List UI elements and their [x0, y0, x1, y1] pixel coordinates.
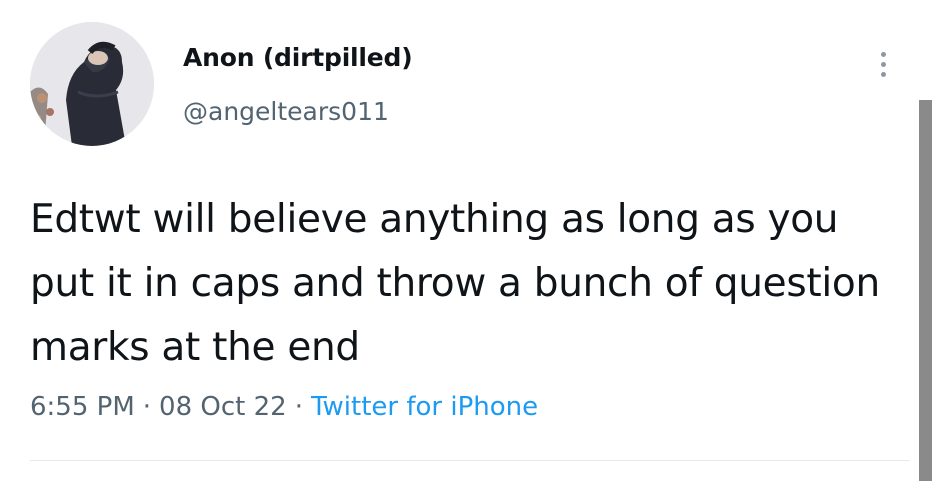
tweet-date[interactable]: 08 Oct 22: [159, 392, 287, 422]
meta-separator: ·: [142, 392, 152, 422]
more-dots-vertical-icon: [880, 61, 886, 67]
more-dots-vertical-icon: [880, 71, 886, 77]
tweet-card: Anon (dirtpilled) @angeltears011 Edtwt w…: [0, 0, 932, 481]
avatar[interactable]: [30, 22, 154, 146]
divider: [30, 460, 910, 461]
meta-separator: ·: [294, 392, 303, 422]
tweet-time[interactable]: 6:55 PM: [30, 392, 135, 422]
avatar-photo: [30, 22, 154, 146]
user-handle[interactable]: @angeltears011: [183, 97, 389, 126]
tweet-source-link[interactable]: Twitter for iPhone: [311, 392, 538, 422]
display-name[interactable]: Anon (dirtpilled): [183, 43, 413, 72]
tweet-text: Edtwt will believe anything as long as y…: [30, 197, 880, 370]
more-dots-vertical-icon: [880, 51, 886, 57]
scrollbar[interactable]: [919, 100, 932, 481]
more-options-button[interactable]: [868, 44, 898, 84]
tweet-meta: 6:55 PM · 08 Oct 22 · Twitter for iPhone: [30, 392, 538, 422]
